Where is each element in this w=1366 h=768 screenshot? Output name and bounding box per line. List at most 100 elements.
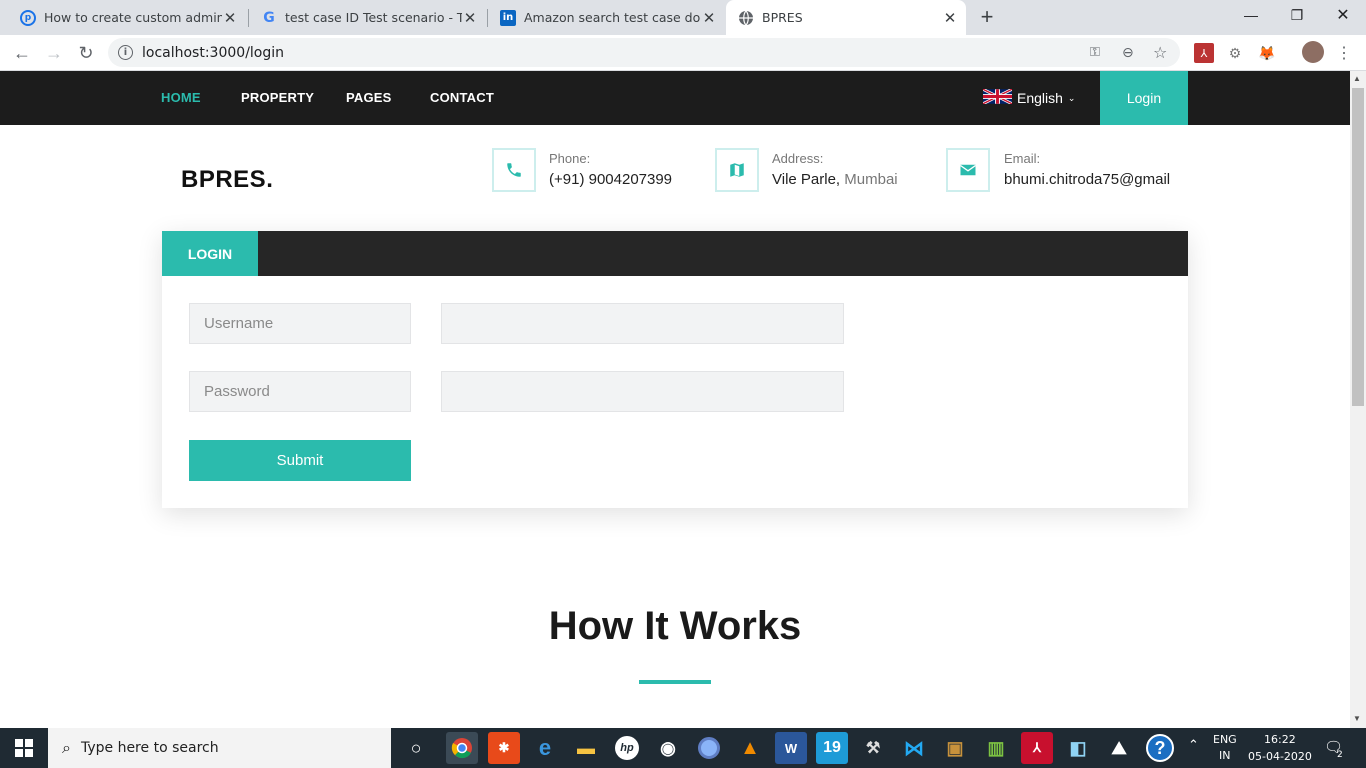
- close-icon[interactable]: ✕: [462, 9, 478, 27]
- browser-tab-1[interactable]: p How to create custom admin pag ✕: [8, 0, 246, 35]
- notification-count: 2: [1337, 750, 1343, 760]
- edge-icon[interactable]: e: [529, 732, 561, 764]
- address-value: Vile Parle, Mumbai: [772, 171, 898, 188]
- search-placeholder: Type here to search: [80, 740, 219, 756]
- login-button[interactable]: Login: [1100, 71, 1188, 125]
- extension-icon[interactable]: ⚙: [1225, 43, 1245, 63]
- windows-start-button[interactable]: [0, 728, 48, 768]
- section-divider: [639, 680, 711, 684]
- windows-taskbar: ⌕ Type here to search ○ ✱ e ▬ hp ◉ ▲ W 1…: [0, 728, 1366, 768]
- close-icon[interactable]: ✕: [701, 9, 717, 27]
- scroll-down-icon[interactable]: ▼: [1353, 714, 1361, 723]
- browser-tab-strip: p How to create custom admin pag ✕ G tes…: [0, 0, 1366, 35]
- close-icon[interactable]: ✕: [222, 9, 238, 27]
- envelope-icon: [946, 148, 990, 192]
- word-icon[interactable]: W: [775, 732, 807, 764]
- panel-header: LOGIN: [162, 231, 1188, 276]
- hp-icon[interactable]: hp: [611, 732, 643, 764]
- task-view-icon[interactable]: ○: [400, 732, 432, 764]
- nav-contact[interactable]: CONTACT: [430, 71, 494, 125]
- p-circle-icon: p: [20, 9, 36, 26]
- phone-value[interactable]: (+91) 9004207399: [549, 171, 672, 188]
- chrome-icon[interactable]: [446, 732, 478, 764]
- login-panel: LOGIN Username Password Submit: [162, 231, 1188, 508]
- linkedin-icon: in: [500, 9, 516, 26]
- close-window-button[interactable]: ✕: [1320, 0, 1366, 30]
- back-button[interactable]: ←: [8, 39, 36, 67]
- menu-icon[interactable]: ⋮: [1334, 43, 1354, 63]
- site-navbar: HOME PROPERTY PAGES CONTACT English ⌄ Lo…: [0, 71, 1350, 125]
- package-icon[interactable]: ▣: [939, 732, 971, 764]
- restore-button[interactable]: ❐: [1274, 0, 1320, 30]
- password-label: Password: [189, 371, 411, 412]
- url-text: localhost:3000/login: [142, 44, 285, 61]
- nav-pages[interactable]: PAGES: [346, 71, 392, 125]
- search-icon: ⌕: [62, 738, 71, 757]
- phone-label: Phone:: [549, 151, 591, 166]
- email-value[interactable]: bhumi.chitroda75@gmail: [1004, 171, 1188, 188]
- chart-app-icon[interactable]: ▥: [980, 732, 1012, 764]
- language-top[interactable]: ENG: [1213, 733, 1237, 746]
- notepad-icon[interactable]: ◧: [1062, 732, 1094, 764]
- star-icon[interactable]: ☆: [1153, 43, 1167, 62]
- acrobat-icon[interactable]: ⅄: [1021, 732, 1053, 764]
- avatar[interactable]: [1302, 41, 1324, 63]
- email-label: Email:: [1004, 151, 1041, 166]
- file-explorer-icon[interactable]: ▬: [570, 732, 602, 764]
- reload-button[interactable]: ↻: [72, 39, 100, 67]
- scroll-up-icon[interactable]: ▲: [1353, 74, 1361, 83]
- clock-date[interactable]: 05-04-2020: [1248, 750, 1312, 763]
- help-icon[interactable]: ?: [1144, 732, 1176, 764]
- browser-tab-active[interactable]: BPRES ✕: [726, 0, 966, 35]
- forward-button[interactable]: →: [40, 39, 68, 67]
- tools-icon[interactable]: ⚒: [857, 732, 889, 764]
- minimize-button[interactable]: —: [1228, 0, 1274, 30]
- address-label: Address:: [772, 151, 824, 166]
- key-icon[interactable]: ⚿: [1090, 45, 1100, 60]
- taskbar-search[interactable]: ⌕ Type here to search: [48, 728, 391, 768]
- tab-title: Amazon search test case docume: [524, 10, 701, 25]
- language-selector[interactable]: English ⌄: [982, 71, 1076, 125]
- photos-icon[interactable]: ⛰: [1103, 732, 1135, 764]
- metamask-icon[interactable]: 🦊: [1257, 43, 1277, 63]
- username-input[interactable]: [441, 303, 844, 344]
- windows-logo-icon: [15, 739, 33, 757]
- tab-title: test case ID Test scenario - Test S: [285, 10, 462, 25]
- section-title: How It Works: [548, 604, 802, 648]
- phone-icon: [492, 148, 536, 192]
- address-city: Mumbai: [844, 171, 898, 188]
- language-bottom[interactable]: IN: [1219, 749, 1230, 762]
- camera-app-icon[interactable]: ◉: [652, 732, 684, 764]
- chevron-down-icon: ⌄: [1067, 92, 1076, 103]
- site-logo[interactable]: BPRES.: [181, 166, 273, 194]
- browser-tab-2[interactable]: G test case ID Test scenario - Test S ✕: [249, 0, 486, 35]
- username-label: Username: [189, 303, 411, 344]
- pdf-extension-icon[interactable]: ⅄: [1194, 43, 1214, 63]
- nav-property[interactable]: PROPERTY: [241, 71, 314, 125]
- tab-title: BPRES: [762, 10, 803, 25]
- new-tab-button[interactable]: +: [976, 5, 998, 29]
- chrome-canary-icon[interactable]: [693, 732, 725, 764]
- nav-home[interactable]: HOME: [161, 71, 201, 125]
- password-input[interactable]: [441, 371, 844, 412]
- google-icon: G: [263, 9, 275, 26]
- calendar-19-icon[interactable]: 19: [816, 732, 848, 764]
- address-bar[interactable]: i localhost:3000/login ⚿ ⊖ ☆: [108, 38, 1180, 67]
- globe-icon: [738, 10, 754, 26]
- address-street: Vile Parle,: [772, 171, 841, 188]
- close-icon[interactable]: ✕: [942, 9, 958, 27]
- vlc-icon[interactable]: ▲: [734, 732, 766, 764]
- submit-button[interactable]: Submit: [189, 440, 411, 481]
- paint-app-icon[interactable]: ✱: [488, 732, 520, 764]
- tab-title: How to create custom admin pag: [44, 10, 222, 25]
- tab-login[interactable]: LOGIN: [162, 231, 258, 276]
- info-icon[interactable]: i: [118, 45, 133, 60]
- clock-time[interactable]: 16:22: [1264, 733, 1296, 746]
- chevron-up-icon[interactable]: ⌃: [1188, 738, 1199, 753]
- zoom-icon[interactable]: ⊖: [1122, 45, 1134, 61]
- browser-tab-3[interactable]: in Amazon search test case docume ✕: [488, 0, 725, 35]
- map-icon: [715, 148, 759, 192]
- vscode-icon[interactable]: ⋈: [898, 732, 930, 764]
- scrollbar-thumb[interactable]: [1352, 88, 1364, 406]
- language-label: English: [1017, 90, 1063, 106]
